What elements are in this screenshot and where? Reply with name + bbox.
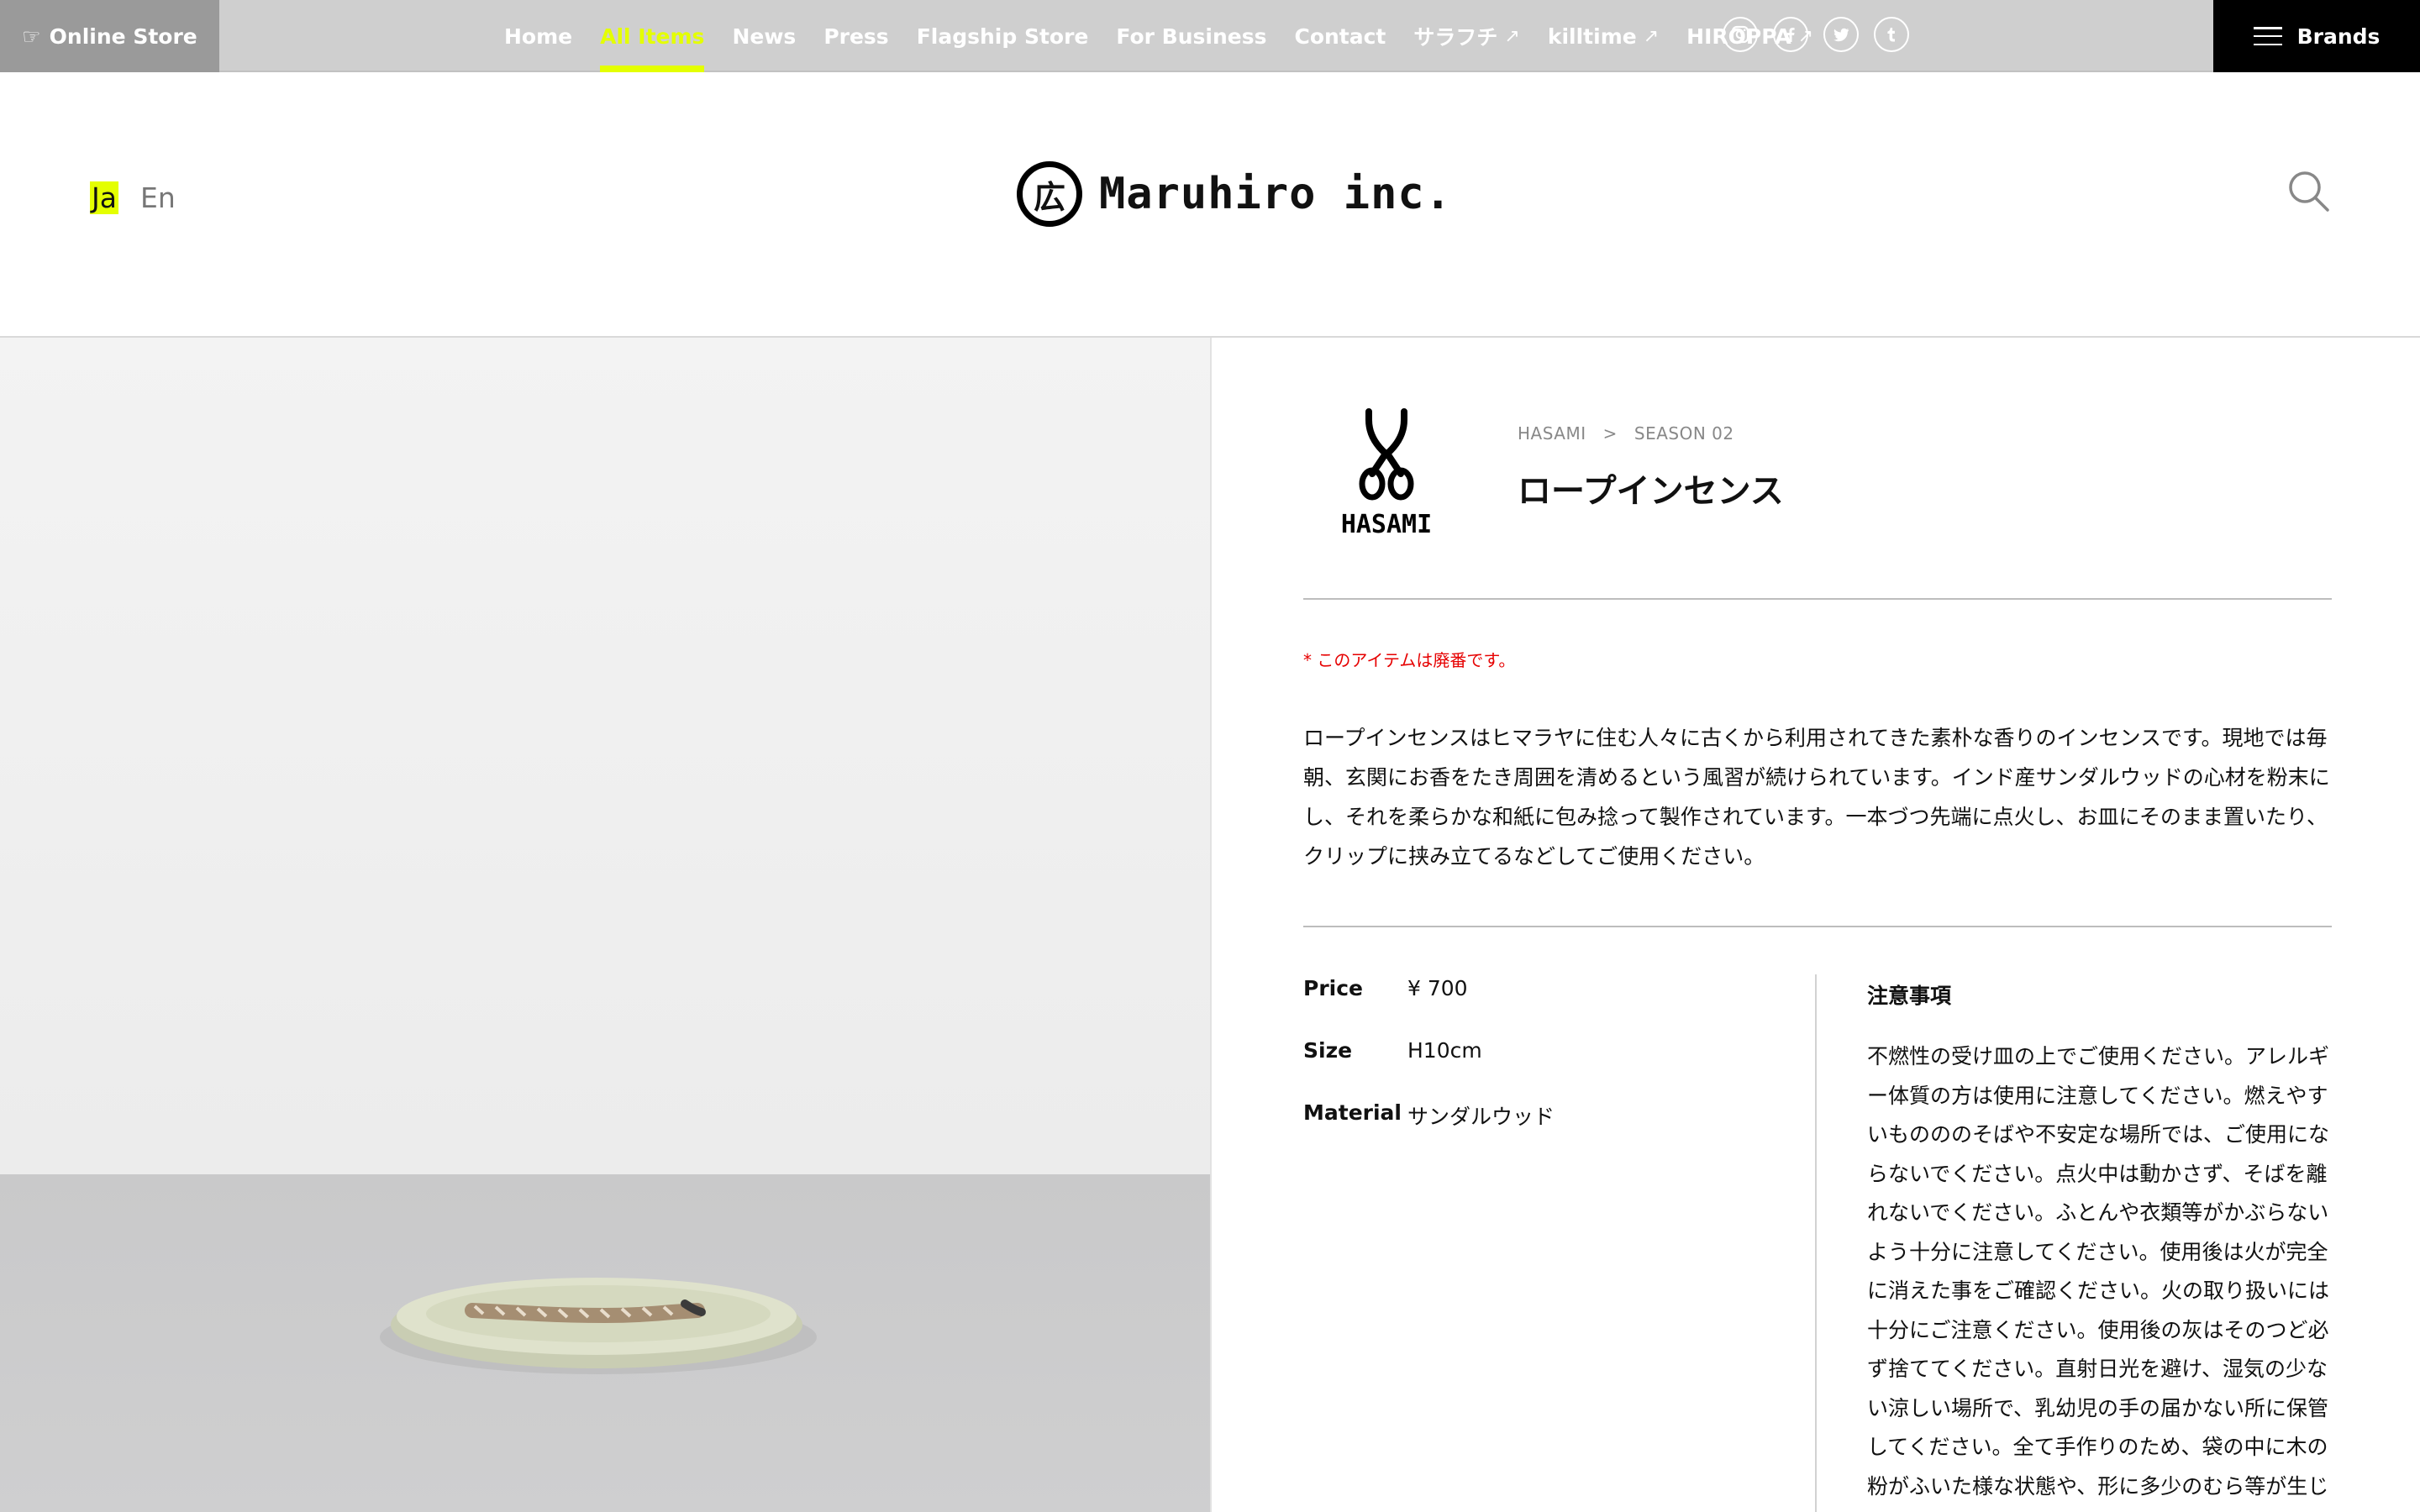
brands-label: Brands — [2296, 24, 2381, 49]
language-switcher: Ja En — [90, 181, 176, 214]
logo-text: Maruhiro inc. — [1099, 169, 1452, 219]
twitter-icon[interactable] — [1823, 17, 1859, 52]
nav-item-home[interactable]: Home — [504, 0, 572, 72]
spec-label: Size — [1303, 1038, 1353, 1063]
spec-label: Material — [1303, 1100, 1402, 1125]
instagram-icon[interactable] — [1723, 17, 1758, 52]
caution-title: 注意事項 — [1867, 984, 1952, 1008]
lang-en[interactable]: En — [140, 181, 176, 214]
spec-value: ¥ 700 — [1407, 976, 1468, 1000]
breadcrumb-season[interactable]: SEASON 02 — [1634, 423, 1734, 444]
nav-item-flagship-store[interactable]: Flagship Store — [917, 0, 1089, 72]
spec-row-material: Material サンダルウッド — [1303, 1100, 1555, 1163]
online-store-button[interactable]: ☞ Online Store — [0, 0, 219, 72]
nav-item-press[interactable]: Press — [823, 0, 888, 72]
product-title: ロープインセンス — [1518, 472, 1784, 511]
social-links — [1723, 17, 1909, 52]
divider — [1303, 598, 2332, 600]
spec-row-price: Price ¥ 700 — [1303, 976, 1555, 1038]
divider — [1303, 926, 2332, 927]
facebook-icon[interactable] — [1773, 17, 1808, 52]
product-detail: HASAMI HASAMI > SEASON 02 ロープインセンス * このア… — [1210, 338, 2420, 1512]
pointing-hand-icon: ☞ — [22, 24, 41, 49]
hamburger-menu-icon — [2253, 27, 2282, 45]
search-icon[interactable] — [2287, 170, 2331, 213]
nav-item-killtime[interactable]: killtime ↗ — [1548, 0, 1659, 72]
nav-item-news[interactable]: News — [732, 0, 796, 72]
external-link-icon: ↗ — [1643, 25, 1660, 47]
spec-value: サンダルウッド — [1407, 1105, 1555, 1129]
maruhiro-logo-mark: 広 — [1017, 161, 1082, 227]
nav-item-all-items[interactable]: All Items — [600, 0, 705, 72]
product-specs: Price ¥ 700 Size H10cm Material サンダルウッド — [1303, 976, 1555, 1163]
caution-body: 不燃性の受け皿の上でご使用ください。アレルギー体質の方は使用に注意してください。… — [1867, 1044, 2330, 1499]
tumblr-icon[interactable] — [1874, 17, 1909, 52]
svg-text:HASAMI: HASAMI — [1341, 510, 1432, 539]
external-link-icon: ↗ — [1504, 25, 1520, 47]
spec-label: Price — [1303, 976, 1363, 1000]
main-nav: Home All Items News Press Flagship Store… — [504, 0, 1813, 72]
breadcrumb-brand[interactable]: HASAMI — [1518, 423, 1586, 444]
nav-item-contact[interactable]: Contact — [1294, 0, 1386, 72]
top-nav-bar: ☞ Online Store Home All Items News Press… — [0, 0, 2420, 72]
site-header: Ja En 広 Maruhiro inc. — [0, 72, 2420, 338]
site-logo[interactable]: 広 Maruhiro inc. — [1017, 161, 1452, 227]
hasami-brand-logo[interactable]: HASAMI — [1323, 396, 1449, 539]
nav-item-for-business[interactable]: For Business — [1116, 0, 1266, 72]
product-photo — [0, 338, 1210, 1512]
brands-menu-button[interactable]: Brands — [2213, 0, 2420, 72]
discontinued-notice: * このアイテムは廃番です。 — [1303, 650, 1516, 670]
nav-item-sarafuchi[interactable]: サラフチ ↗ — [1413, 0, 1519, 72]
spec-value: H10cm — [1407, 1038, 1482, 1063]
online-store-label: Online Store — [49, 24, 197, 49]
breadcrumb-separator: > — [1602, 423, 1618, 444]
column-divider — [1815, 974, 1817, 1512]
lang-ja[interactable]: Ja — [90, 181, 118, 214]
breadcrumb: HASAMI > SEASON 02 — [1518, 423, 1734, 444]
spec-row-size: Size H10cm — [1303, 1038, 1555, 1100]
product-description: ロープインセンスはヒマラヤに住む人々に古くから利用されてきた素朴な香りのインセン… — [1303, 726, 2330, 869]
